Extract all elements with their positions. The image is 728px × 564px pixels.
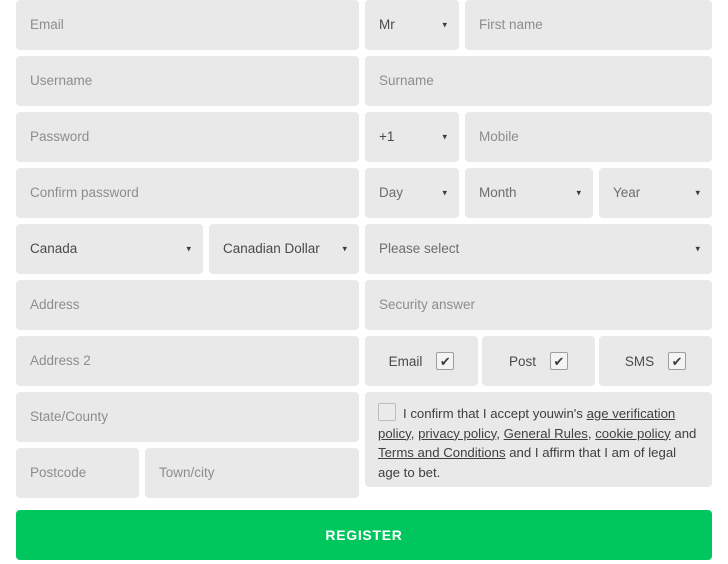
link-privacy-policy[interactable]: privacy policy [418,426,496,441]
link-general-rules[interactable]: General Rules [504,426,588,441]
dob-year-value: Year [613,185,641,201]
contact-preference-post[interactable]: Post ✔ [482,336,595,386]
town-city-input[interactable]: Town/city [145,448,359,498]
currency-select-value: Canadian Dollar [223,241,320,257]
dob-month-select[interactable]: Month ▾ [465,168,593,218]
title-select-value: Mr [379,17,395,33]
username-row: Username [16,56,359,106]
password-input[interactable]: Password [16,112,359,162]
dob-year-select[interactable]: Year ▾ [599,168,712,218]
first-name-input[interactable]: First name [465,0,712,50]
state-county-input[interactable]: State/County [16,392,359,442]
confirm-password-input[interactable]: Confirm password [16,168,359,218]
chevron-down-icon: ▾ [695,243,700,254]
contact-preference-sms-label: SMS [624,353,655,369]
checkbox-email[interactable]: ✔ [436,352,455,370]
chevron-down-icon: ▾ [442,19,447,30]
surname-input[interactable]: Surname [365,56,712,106]
address2-input[interactable]: Address 2 [16,336,359,386]
checkbox-post[interactable]: ✔ [550,352,568,370]
right-column: Mr ▾ First name Surname +1 ▾ Mobile Day … [365,0,712,504]
chevron-down-icon: ▾ [442,131,447,142]
checkbox-terms[interactable] [378,403,396,421]
title-select[interactable]: Mr ▾ [365,0,459,50]
chevron-down-icon: ▾ [576,187,581,198]
security-question-value: Please select [379,241,460,257]
chevron-down-icon: ▾ [442,187,447,198]
password-row: Password [16,112,359,162]
surname-row: Surname [365,56,712,106]
security-answer-row: Security answer [365,280,712,330]
address-row: Address [16,280,359,330]
chevron-down-icon: ▾ [342,243,347,254]
contact-preference-email-label: Email [388,353,423,369]
terms-sep-1: , [410,425,419,441]
address2-row: Address 2 [16,336,359,386]
state-county-row: State/County [16,392,359,442]
username-input[interactable]: Username [16,56,359,106]
title-firstname-row: Mr ▾ First name [365,0,712,50]
address-input[interactable]: Address [16,280,359,330]
terms-sep-2: , [496,425,504,441]
country-currency-row: Canada ▾ Canadian Dollar ▾ [16,224,359,274]
email-row: Email [16,0,359,50]
contact-preference-email[interactable]: Email ✔ [365,336,478,386]
dob-day-value: Day [379,185,404,201]
terms-sep-4: and [670,425,697,441]
dial-code-value: +1 [379,129,395,145]
contact-preference-post-label: Post [508,353,536,369]
contact-preferences-row: Email ✔ Post ✔ SMS ✔ [365,336,712,386]
mobile-row: +1 ▾ Mobile [365,112,712,162]
postcode-input[interactable]: Postcode [16,448,139,498]
email-input[interactable]: Email [16,0,359,50]
registration-form: Email Username Password Confirm password… [0,0,728,564]
date-of-birth-row: Day ▾ Month ▾ Year ▾ [365,168,712,218]
dob-day-select[interactable]: Day ▾ [365,168,459,218]
terms-row: I confirm that I accept youwin's age ver… [365,392,712,487]
chevron-down-icon: ▾ [695,187,700,198]
security-question-select[interactable]: Please select ▾ [365,224,712,274]
security-question-row: Please select ▾ [365,224,712,274]
dob-month-value: Month [479,185,517,201]
confirm-password-row: Confirm password [16,168,359,218]
postcode-town-row: Postcode Town/city [16,448,359,498]
contact-preferences-group: Email ✔ Post ✔ SMS ✔ [365,336,712,386]
form-columns: Email Username Password Confirm password… [16,0,712,504]
dial-code-select[interactable]: +1 ▾ [365,112,459,162]
mobile-input[interactable]: Mobile [465,112,712,162]
terms-text-intro: I confirm that I accept youwin's [403,406,587,421]
terms-acceptance-block: I confirm that I accept youwin's age ver… [365,392,712,487]
link-terms-and-conditions[interactable]: Terms and Conditions [378,445,506,460]
country-select-value: Canada [30,241,78,257]
register-button[interactable]: REGISTER [16,510,712,560]
country-select[interactable]: Canada ▾ [16,224,203,274]
contact-preference-sms[interactable]: SMS ✔ [599,336,712,386]
checkbox-sms[interactable]: ✔ [668,352,687,370]
currency-select[interactable]: Canadian Dollar ▾ [209,224,359,274]
chevron-down-icon: ▾ [186,243,191,254]
link-cookie-policy[interactable]: cookie policy [595,426,671,441]
security-answer-input[interactable]: Security answer [365,280,712,330]
left-column: Email Username Password Confirm password… [16,0,359,504]
